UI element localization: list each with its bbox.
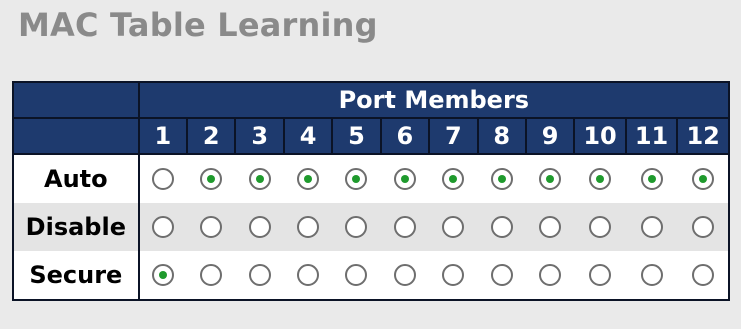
mode-row-auto: Auto [12, 154, 730, 203]
port-3-disable-radio[interactable] [248, 216, 271, 238]
port-10-disable-radio[interactable] [589, 216, 612, 238]
port-cell [677, 154, 730, 203]
port-9-disable-radio[interactable] [539, 216, 562, 238]
port-cell [283, 251, 333, 301]
port-12-disable-radio[interactable] [691, 216, 714, 238]
port-header: 5 [331, 117, 382, 155]
port-cell [429, 203, 478, 251]
mode-label: Auto [12, 154, 140, 203]
port-header: 4 [282, 117, 334, 155]
port-cell [574, 154, 626, 203]
port-cell [380, 251, 430, 301]
port-12-secure-radio[interactable] [691, 264, 714, 286]
port-6-disable-radio[interactable] [393, 216, 416, 238]
port-cell [625, 203, 678, 251]
header-corner-lower [12, 117, 140, 155]
port-5-disable-radio[interactable] [345, 216, 368, 238]
port-cell [625, 251, 678, 301]
port-cell [283, 203, 333, 251]
port-cell [138, 154, 188, 203]
port-cell [332, 154, 381, 203]
port-header: 11 [624, 117, 679, 155]
mode-label: Disable [12, 203, 140, 251]
port-11-auto-radio[interactable] [640, 168, 663, 190]
port-7-disable-radio[interactable] [442, 216, 465, 238]
port-2-secure-radio[interactable] [200, 264, 223, 286]
port-cell [235, 203, 284, 251]
port-cell [138, 251, 188, 301]
port-header: 1 [137, 117, 189, 155]
port-4-auto-radio[interactable] [297, 168, 320, 190]
port-members-header: Port Members [137, 81, 731, 119]
port-9-secure-radio[interactable] [539, 264, 562, 286]
port-cell [574, 203, 626, 251]
port-cell [574, 251, 626, 301]
port-1-secure-radio[interactable] [152, 264, 175, 286]
port-cell [477, 251, 526, 301]
port-cell [677, 251, 730, 301]
port-cell [525, 203, 575, 251]
port-header: 8 [476, 117, 527, 155]
port-number-row: 1 2 3 4 5 6 7 8 9 10 11 12 [12, 117, 730, 155]
port-5-auto-radio[interactable] [345, 168, 368, 190]
port-cell [429, 154, 478, 203]
port-cell [332, 203, 381, 251]
port-header: 2 [186, 117, 237, 155]
port-cell [677, 203, 730, 251]
port-7-auto-radio[interactable] [442, 168, 465, 190]
port-cell [525, 251, 575, 301]
port-11-disable-radio[interactable] [640, 216, 663, 238]
port-cell [429, 251, 478, 301]
port-cell [332, 251, 381, 301]
port-cell [235, 251, 284, 301]
port-10-auto-radio[interactable] [589, 168, 612, 190]
mac-learning-table: Port Members 1 2 3 4 5 6 7 8 9 10 11 12 … [12, 81, 731, 301]
port-8-secure-radio[interactable] [490, 264, 513, 286]
port-5-secure-radio[interactable] [345, 264, 368, 286]
port-cell [138, 203, 188, 251]
port-4-disable-radio[interactable] [297, 216, 320, 238]
port-header: 7 [428, 117, 479, 155]
mode-row-disable: Disable [12, 203, 730, 251]
port-header: 10 [573, 117, 627, 155]
port-3-secure-radio[interactable] [248, 264, 271, 286]
port-cell [525, 154, 575, 203]
port-2-disable-radio[interactable] [200, 216, 223, 238]
port-cell [477, 154, 526, 203]
port-cell [625, 154, 678, 203]
learning-mode-rows: Auto Disable Secure [12, 154, 730, 301]
port-cell [187, 251, 236, 301]
port-cell [187, 154, 236, 203]
port-1-auto-radio[interactable] [152, 168, 175, 190]
port-header: 6 [379, 117, 431, 155]
port-header: 12 [676, 117, 730, 155]
port-12-auto-radio[interactable] [691, 168, 714, 190]
port-1-disable-radio[interactable] [152, 216, 175, 238]
port-cell [380, 203, 430, 251]
port-11-secure-radio[interactable] [640, 264, 663, 286]
port-8-disable-radio[interactable] [490, 216, 513, 238]
port-6-secure-radio[interactable] [393, 264, 416, 286]
port-cell [187, 203, 236, 251]
port-8-auto-radio[interactable] [490, 168, 513, 190]
mode-row-secure: Secure [12, 251, 730, 301]
port-9-auto-radio[interactable] [539, 168, 562, 190]
port-7-secure-radio[interactable] [442, 264, 465, 286]
port-cell [380, 154, 430, 203]
port-2-auto-radio[interactable] [200, 168, 223, 190]
page-title: MAC Table Learning [18, 6, 378, 44]
port-3-auto-radio[interactable] [248, 168, 271, 190]
port-cell [283, 154, 333, 203]
page: MAC Table Learning Port Members 1 2 3 4 … [0, 0, 741, 329]
port-header: 9 [524, 117, 576, 155]
header-corner [12, 81, 140, 119]
port-cell [477, 203, 526, 251]
mode-label: Secure [12, 251, 140, 301]
port-6-auto-radio[interactable] [393, 168, 416, 190]
port-4-secure-radio[interactable] [297, 264, 320, 286]
port-header: 3 [234, 117, 285, 155]
port-10-secure-radio[interactable] [589, 264, 612, 286]
port-cell [235, 154, 284, 203]
